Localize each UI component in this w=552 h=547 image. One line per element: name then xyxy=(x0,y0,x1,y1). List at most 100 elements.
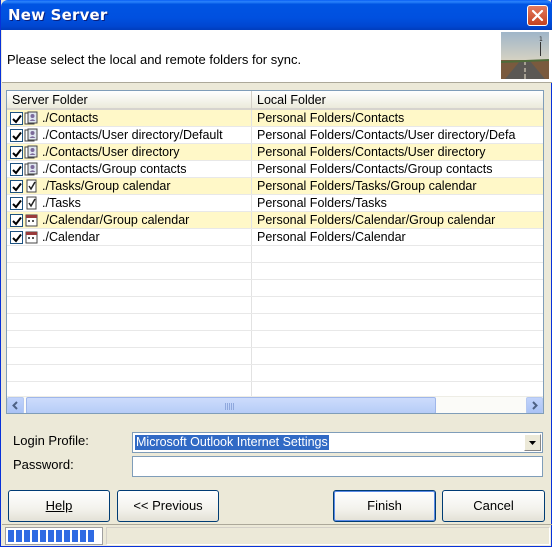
server-folder-cell xyxy=(7,314,252,330)
dropdown-button[interactable] xyxy=(524,434,541,451)
local-folder-cell xyxy=(252,246,543,262)
login-profile-value: Microsoft Outlook Internet Settings xyxy=(135,435,329,450)
local-folder-cell xyxy=(252,297,543,313)
scroll-thumb[interactable] xyxy=(26,397,436,413)
title-bar[interactable]: New Server xyxy=(1,0,552,30)
close-button[interactable] xyxy=(527,5,548,26)
row-checkbox[interactable] xyxy=(10,179,23,193)
local-folder-cell: Personal Folders/Tasks/Group calendar xyxy=(257,179,477,193)
row-checkbox[interactable] xyxy=(10,230,23,244)
table-row[interactable]: ./Contacts Personal Folders/Contacts xyxy=(7,110,543,127)
help-button[interactable]: Help xyxy=(8,490,110,522)
local-folder-cell xyxy=(252,365,543,381)
local-folder-cell xyxy=(252,348,543,364)
previous-button[interactable]: << Previous xyxy=(117,490,219,522)
calendar-icon xyxy=(24,213,40,227)
local-folder-cell: Personal Folders/Calendar xyxy=(257,230,406,244)
table-row[interactable]: ./Calendar Personal Folders/Calendar xyxy=(7,229,543,246)
empty-row xyxy=(7,348,543,365)
status-bar xyxy=(2,524,552,546)
table-row[interactable]: ./Contacts/Group contacts Personal Folder… xyxy=(7,161,543,178)
finish-button[interactable]: Finish xyxy=(333,490,436,522)
server-folder-name: ./Calendar/Group calendar xyxy=(42,213,190,227)
row-checkbox[interactable] xyxy=(10,145,23,159)
progress-block xyxy=(64,530,70,542)
progress-block xyxy=(48,530,54,542)
svg-text:1: 1 xyxy=(539,36,543,43)
server-folder-cell: ./Calendar xyxy=(7,229,252,245)
row-checkbox[interactable] xyxy=(10,196,23,210)
cancel-button-label: Cancel xyxy=(473,498,514,513)
server-folder-cell xyxy=(7,331,252,347)
table-row[interactable]: ./Tasks Personal Folders/Tasks xyxy=(7,195,543,212)
local-folder-cell xyxy=(252,331,543,347)
server-folder-cell xyxy=(7,280,252,296)
local-folder-cell: Personal Folders/Tasks xyxy=(257,196,387,210)
empty-row xyxy=(7,297,543,314)
grip-icon xyxy=(225,403,235,410)
server-folder-cell xyxy=(7,348,252,364)
row-checkbox[interactable] xyxy=(10,111,23,125)
wizard-header: Please select the local and remote folde… xyxy=(2,30,552,83)
local-folder-cell: Personal Folders/Calendar/Group calendar xyxy=(257,213,496,227)
server-folder-cell: ./Contacts/Group contacts xyxy=(7,161,252,177)
row-checkbox[interactable] xyxy=(10,213,23,227)
table-row[interactable]: ./Contacts/User directory/Default Persona… xyxy=(7,127,543,144)
finish-button-label: Finish xyxy=(367,498,402,513)
folder-list[interactable]: Server Folder Local Folder ./Contacts Per… xyxy=(6,90,544,414)
column-header-server-folder[interactable]: Server Folder xyxy=(7,91,252,110)
server-folder-name: ./Contacts/User directory xyxy=(42,145,180,159)
progress-block xyxy=(72,530,78,542)
password-label: Password: xyxy=(13,457,74,472)
progress-block xyxy=(40,530,46,542)
table-row[interactable]: ./Tasks/Group calendar Personal Folders/T… xyxy=(7,178,543,195)
login-profile-label: Login Profile: xyxy=(13,433,89,448)
scroll-left-button[interactable] xyxy=(7,397,24,413)
empty-row xyxy=(7,280,543,297)
window-title: New Server xyxy=(8,6,108,24)
local-folder-cell: Personal Folders/Contacts xyxy=(257,111,405,125)
previous-button-label: << Previous xyxy=(133,498,203,513)
server-folder-cell xyxy=(7,297,252,313)
progress-block xyxy=(56,530,62,542)
table-row[interactable]: ./Contacts/User directory Personal Folder… xyxy=(7,144,543,161)
progress-block xyxy=(16,530,22,542)
progress-block xyxy=(24,530,30,542)
server-folder-cell: ./Tasks/Group calendar xyxy=(7,178,252,194)
server-folder-cell: ./Tasks xyxy=(7,195,252,211)
contacts-icon xyxy=(24,111,40,125)
password-field[interactable] xyxy=(132,456,543,477)
server-folder-name: ./Contacts/User directory/Default xyxy=(42,128,223,142)
header-instruction: Please select the local and remote folde… xyxy=(7,52,302,67)
road-picture: 1 xyxy=(501,32,549,79)
row-checkbox[interactable] xyxy=(10,128,23,142)
scroll-right-button[interactable] xyxy=(526,397,543,413)
help-button-label: Help xyxy=(45,498,73,513)
server-folder-cell xyxy=(7,365,252,381)
cancel-button[interactable]: Cancel xyxy=(442,490,545,522)
horizontal-scrollbar[interactable] xyxy=(7,396,543,413)
login-profile-select[interactable]: Microsoft Outlook Internet Settings xyxy=(132,432,543,453)
chevron-down-icon xyxy=(525,438,540,453)
empty-row xyxy=(7,365,543,382)
calendar-icon xyxy=(24,230,40,244)
server-folder-cell: ./Contacts xyxy=(7,110,252,126)
list-rows: ./Contacts Personal Folders/Contacts ./Con… xyxy=(7,110,543,399)
table-row[interactable]: ./Calendar/Group calendar Personal Folder… xyxy=(7,212,543,229)
server-folder-name: ./Calendar xyxy=(42,230,100,244)
server-folder-cell: ./Calendar/Group calendar xyxy=(7,212,252,228)
empty-row xyxy=(7,331,543,348)
contacts-icon xyxy=(24,162,40,176)
server-folder-name: ./Contacts/Group contacts xyxy=(42,162,187,176)
local-folder-cell xyxy=(252,314,543,330)
column-header-local-folder[interactable]: Local Folder xyxy=(252,91,543,110)
server-folder-name: ./Tasks xyxy=(42,196,81,210)
arrow-left-icon xyxy=(8,401,23,413)
contacts-icon xyxy=(24,128,40,142)
local-folder-cell xyxy=(252,280,543,296)
row-checkbox[interactable] xyxy=(10,162,23,176)
server-folder-name: ./Contacts xyxy=(42,111,99,125)
local-folder-cell: Personal Folders/Contacts/User directory… xyxy=(257,128,516,142)
progress-block xyxy=(88,530,94,542)
empty-row xyxy=(7,314,543,331)
